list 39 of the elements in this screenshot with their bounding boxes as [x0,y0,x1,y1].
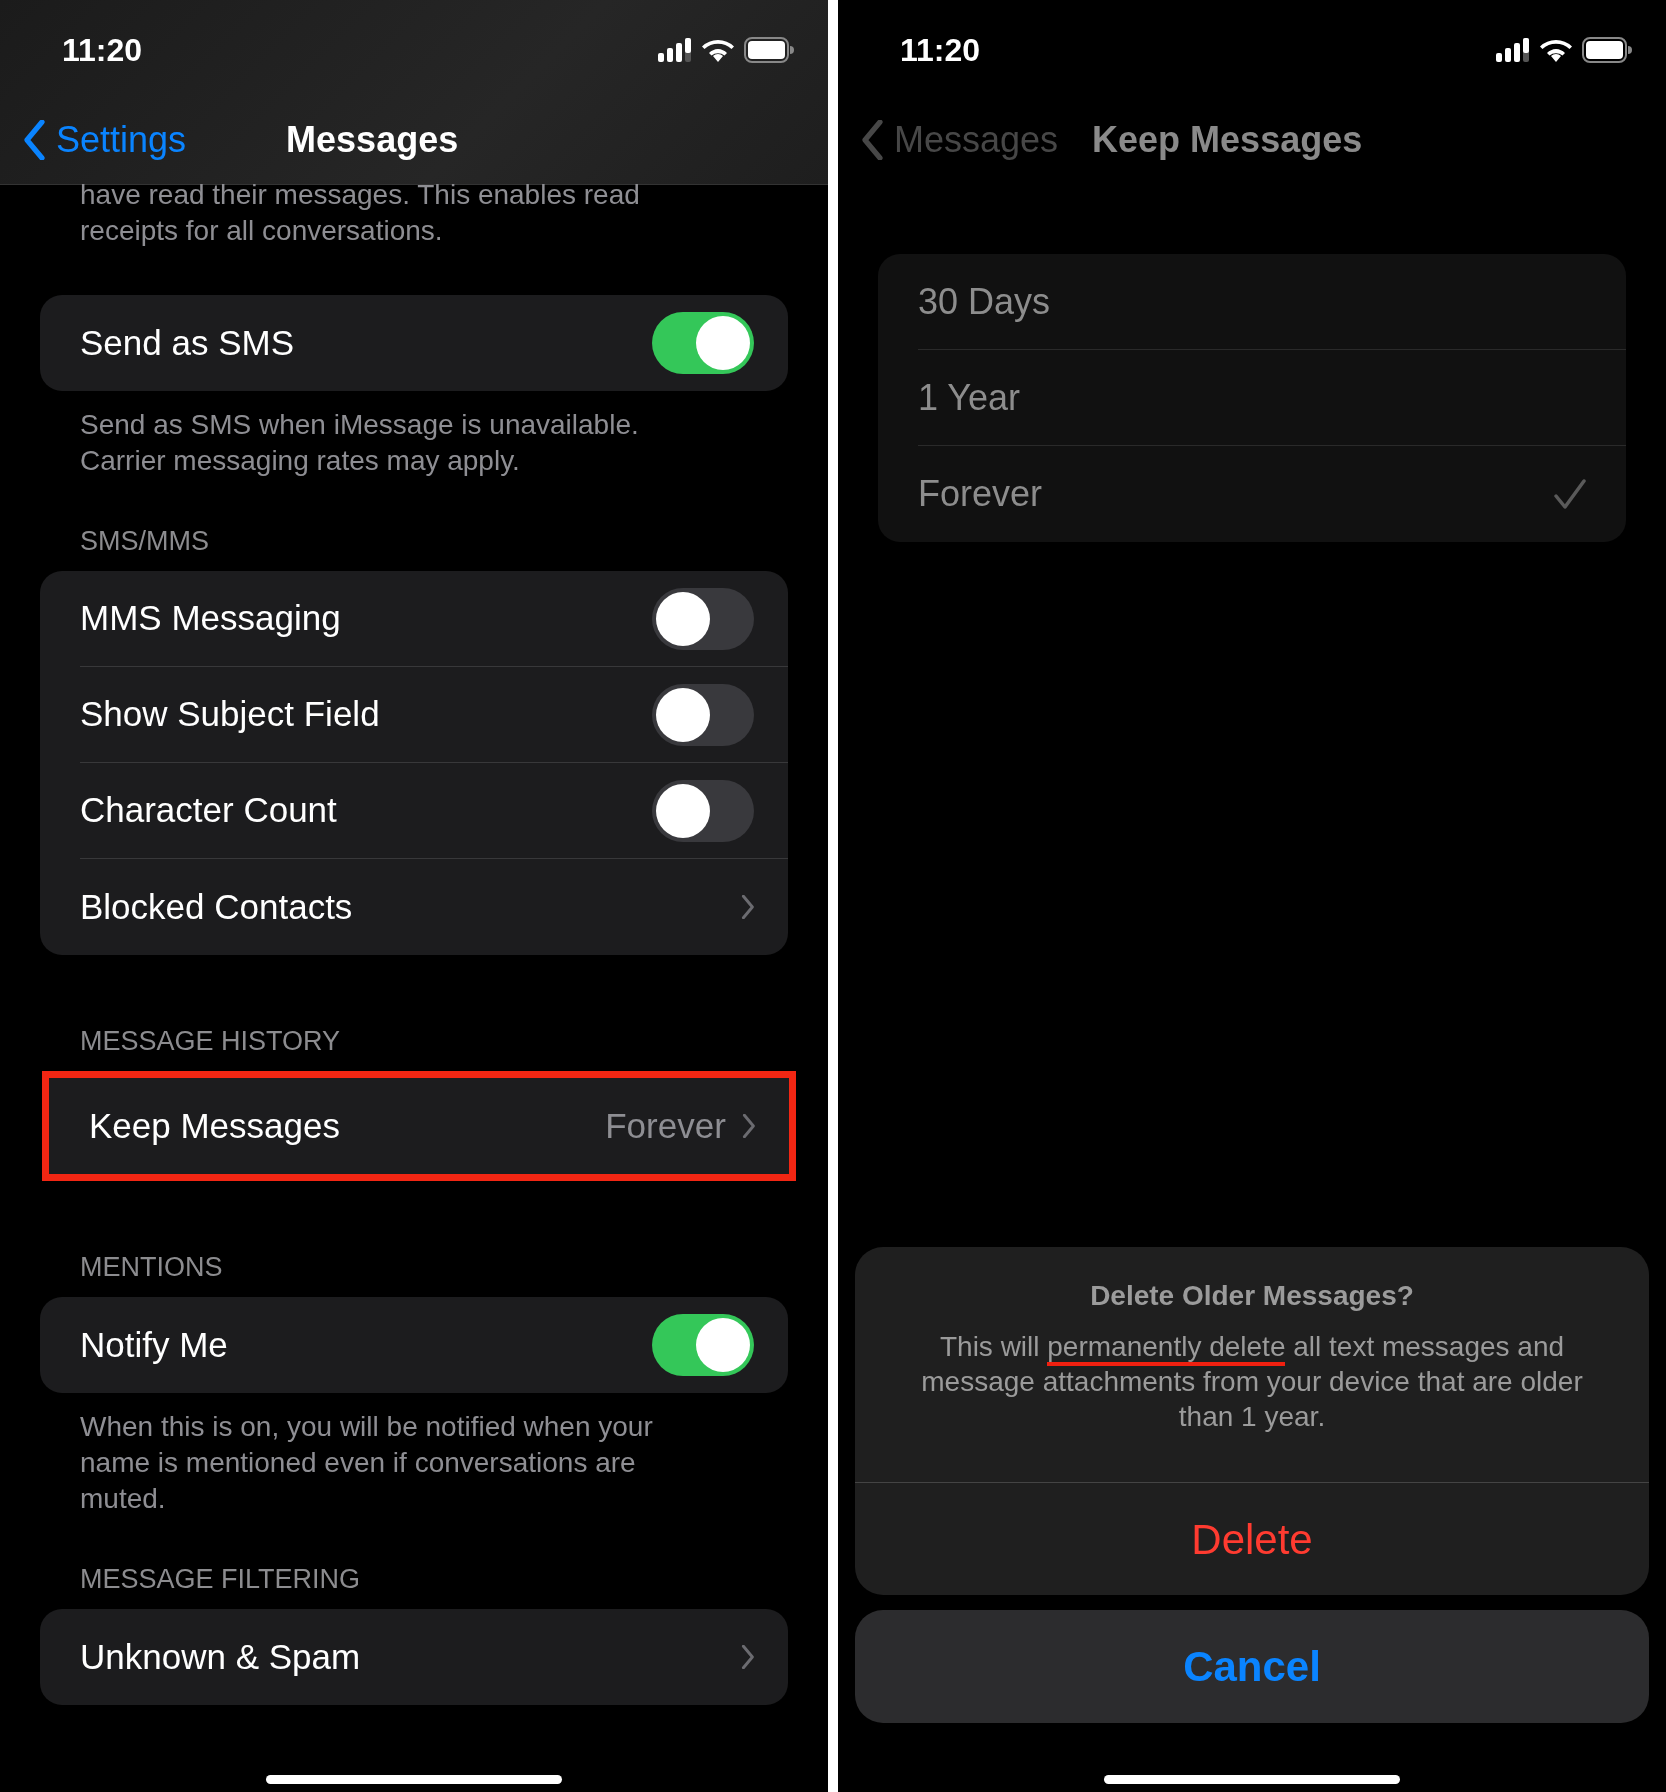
section-footer: have read their messages. This enables read receipts for all conversations. [0,177,828,249]
delete-button[interactable]: Delete [855,1482,1649,1595]
alert-title: Delete Older Messages? [1089,1279,1415,1313]
battery-icon [744,37,794,63]
chevron-icon [740,1645,754,1669]
row-label: Character Count [80,789,338,832]
section-header: MESSAGE FILTERING [79,1563,362,1596]
row-label: Notify Me [80,1323,229,1366]
alert-message: This will permanently delete all text messages and message attachments from your device that are older than 1 year. [920,1330,1584,1434]
status-time: 11:20 [62,31,143,70]
wifi-icon [1540,38,1572,62]
row-label: Keep Messages [89,1104,341,1147]
option-label[interactable]: Forever [918,467,1554,521]
back-chevron-icon [24,120,46,160]
row-label: Send as SMS [80,321,295,364]
signal-icon [1496,38,1530,62]
row-label: Unknown & Spam [80,1635,362,1678]
chevron-icon [740,895,754,919]
section-header: MENTIONS [79,1251,224,1284]
wifi-icon [702,38,734,62]
back-button[interactable]: Settings [24,113,187,167]
option-label[interactable]: 1 Year [918,370,1586,425]
nav-title: Messages [286,118,459,162]
signal-icon [658,38,692,62]
section-header: SMS/MMS [79,525,210,558]
row-label: MMS Messaging [80,597,342,640]
section-header: MESSAGE HISTORY [79,1025,342,1058]
cancel-button[interactable]: Cancel [855,1610,1649,1723]
row-value: Forever [605,1104,726,1147]
option-label[interactable]: 30 Days [918,274,1586,329]
section-footer: When this is on, you will be notified when your name is mentioned even if conversations are muted. [0,1393,828,1517]
row-label: Show Subject Field [80,693,381,736]
section-footer: Send as SMS when iMessage is unavailable. Carrier messaging rates may apply. [0,391,828,479]
status-time: 11:20 [900,31,981,70]
row-label: Blocked Contacts [80,885,354,928]
nav-title: Keep Messages [1092,118,1363,162]
chevron-icon [741,1114,755,1138]
back-chevron-icon [862,120,884,160]
battery-icon [1582,37,1632,63]
